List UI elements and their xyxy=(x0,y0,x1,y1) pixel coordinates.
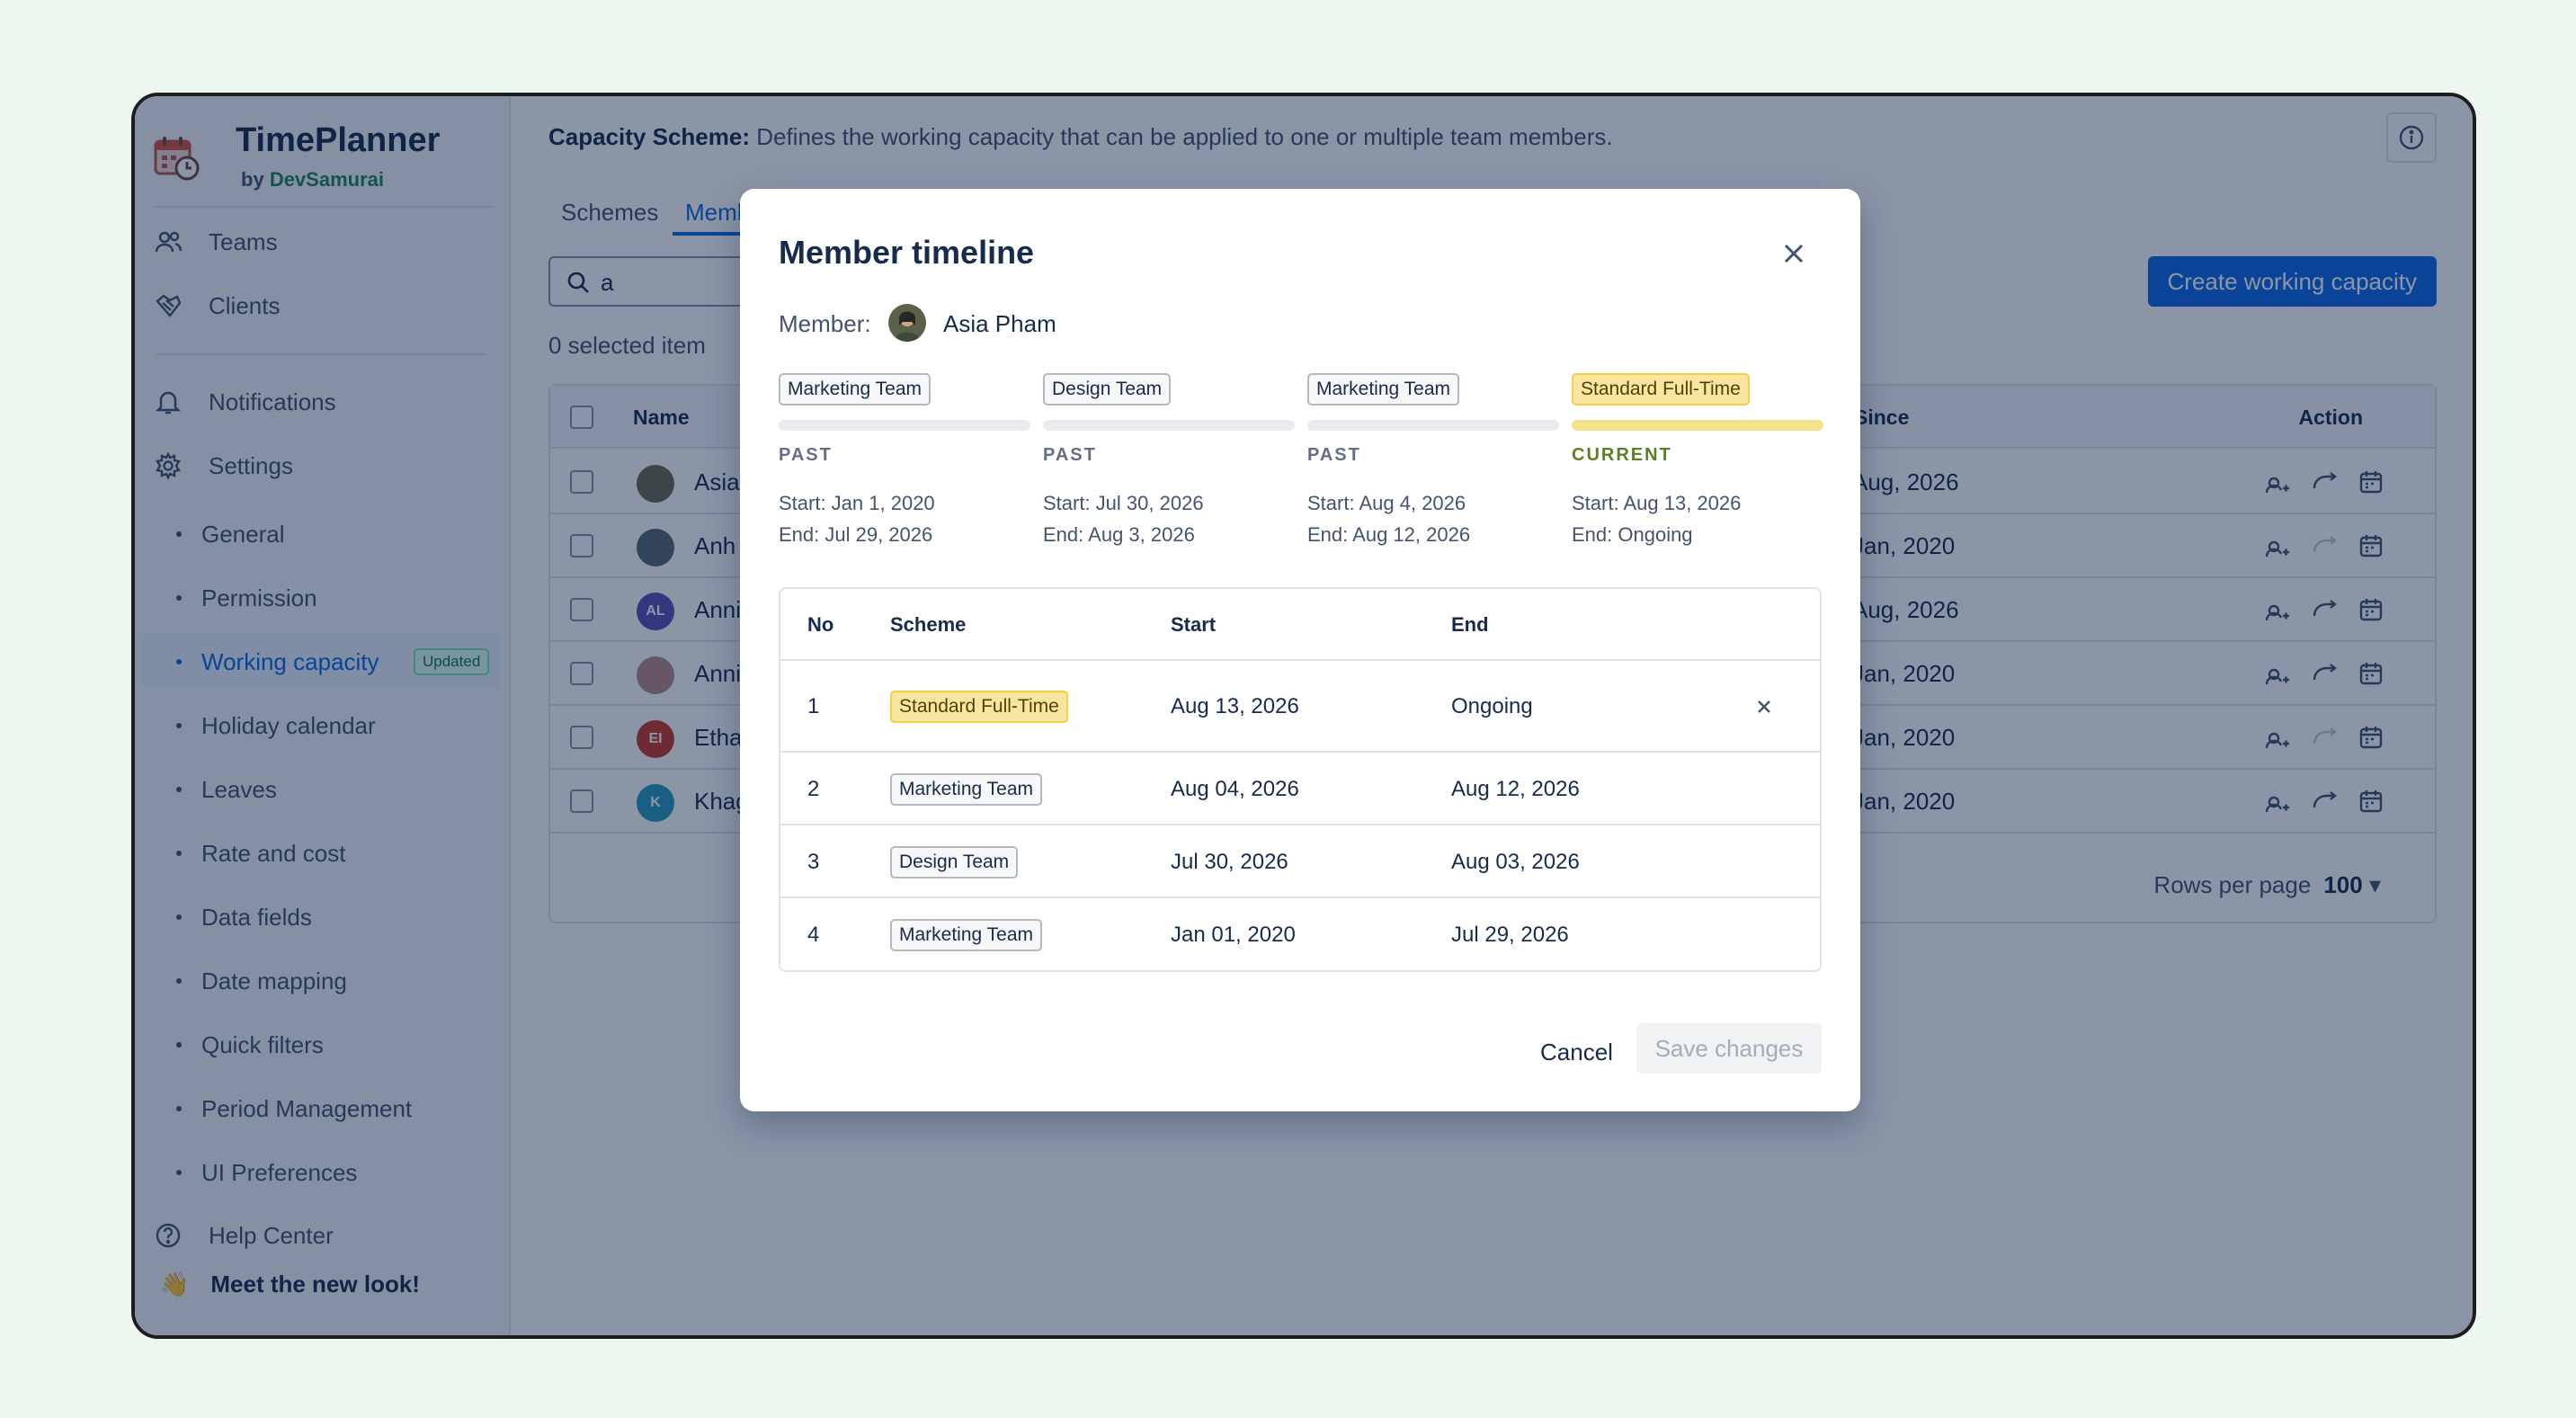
timeline-start: Start: Aug 4, 2026 xyxy=(1307,492,1466,514)
timeline-status: PAST xyxy=(1043,445,1097,465)
timeline-bar xyxy=(779,420,1030,431)
timeline-table: No Scheme Start End 1 Standard Full-Time A… xyxy=(779,587,1822,972)
timeline-start: Start: Aug 13, 2026 xyxy=(1572,492,1742,514)
row-start-date: Jan 01, 2020 xyxy=(1171,923,1296,947)
column-header-scheme: Scheme xyxy=(890,613,967,636)
row-number: 1 xyxy=(807,694,820,718)
scheme-lozenge: Marketing Team xyxy=(890,773,1043,806)
row-end-date: Aug 12, 2026 xyxy=(1451,777,1580,801)
row-end-date: Aug 03, 2026 xyxy=(1451,850,1580,874)
timeline-segment[interactable]: Marketing Team PAST Start: Jan 1, 2020 End:… xyxy=(779,373,1030,553)
save-changes-button[interactable]: Save changes xyxy=(1636,1023,1822,1074)
timeline-bar xyxy=(1043,420,1295,431)
row-start-date: Aug 04, 2026 xyxy=(1171,777,1299,801)
timeline-start: Start: Jan 1, 2020 xyxy=(779,492,935,514)
table-row: 3 Design Team Jul 30, 2026 Aug 03, 2026 xyxy=(780,825,1820,898)
timeline-start: Start: Jul 30, 2026 xyxy=(1043,492,1204,514)
scheme-lozenge: Design Team xyxy=(890,846,1019,878)
timeline-end: End: Ongoing xyxy=(1572,523,1693,546)
member-label: Member: xyxy=(779,310,871,337)
timeline-segment[interactable]: Marketing Team PAST Start: Aug 4, 2026 End:… xyxy=(1307,373,1559,553)
timeline-end: End: Jul 29, 2026 xyxy=(779,523,933,546)
timeline-segment[interactable]: Design Team PAST Start: Jul 30, 2026 End: A… xyxy=(1043,373,1295,553)
member-name: Asia Pham xyxy=(943,310,1056,337)
timeline-segment[interactable]: Standard Full-Time CURRENT Start: Aug 13, … xyxy=(1572,373,1823,553)
row-number: 4 xyxy=(807,923,820,947)
row-number: 3 xyxy=(807,850,820,874)
table-row: 2 Marketing Team Aug 04, 2026 Aug 12, 2026 xyxy=(780,753,1820,825)
timeline-end: End: Aug 12, 2026 xyxy=(1307,523,1471,546)
timeline-status: PAST xyxy=(779,445,833,465)
timeline-status: PAST xyxy=(1307,445,1361,465)
timeline-bar xyxy=(1307,420,1559,431)
modal-title: Member timeline xyxy=(779,234,1035,271)
timeline-bar xyxy=(1572,420,1823,431)
member-timeline-modal: Member timeline Member: Asia Pham Market… xyxy=(740,189,1860,1111)
close-icon[interactable] xyxy=(1778,237,1810,270)
cancel-button[interactable]: Cancel xyxy=(1524,1027,1629,1077)
timeline-table-header: No Scheme Start End xyxy=(780,589,1820,661)
remove-row-icon[interactable] xyxy=(1753,696,1775,718)
column-header-no: No xyxy=(807,613,834,636)
timeline-end: End: Aug 3, 2026 xyxy=(1043,523,1195,546)
column-header-end: End xyxy=(1451,613,1489,636)
member-avatar xyxy=(888,304,926,342)
scheme-lozenge: Standard Full-Time xyxy=(1572,373,1750,406)
scheme-lozenge: Marketing Team xyxy=(1307,373,1460,406)
row-start-date: Aug 13, 2026 xyxy=(1171,694,1299,718)
timeline-status: CURRENT xyxy=(1572,445,1672,465)
row-end-date: Ongoing xyxy=(1451,694,1533,718)
row-start-date: Jul 30, 2026 xyxy=(1171,850,1288,874)
column-header-start: Start xyxy=(1171,613,1217,636)
avatar-photo xyxy=(888,304,926,342)
row-end-date: Jul 29, 2026 xyxy=(1451,923,1569,947)
table-row: 4 Marketing Team Jan 01, 2020 Jul 29, 2026 xyxy=(780,898,1820,970)
scheme-lozenge: Design Team xyxy=(1043,373,1172,406)
table-row: 1 Standard Full-Time Aug 13, 2026 Ongoing xyxy=(780,661,1820,753)
scheme-lozenge: Marketing Team xyxy=(779,373,931,406)
scheme-lozenge: Marketing Team xyxy=(890,919,1043,951)
scheme-lozenge: Standard Full-Time xyxy=(890,691,1068,723)
row-number: 2 xyxy=(807,777,820,801)
